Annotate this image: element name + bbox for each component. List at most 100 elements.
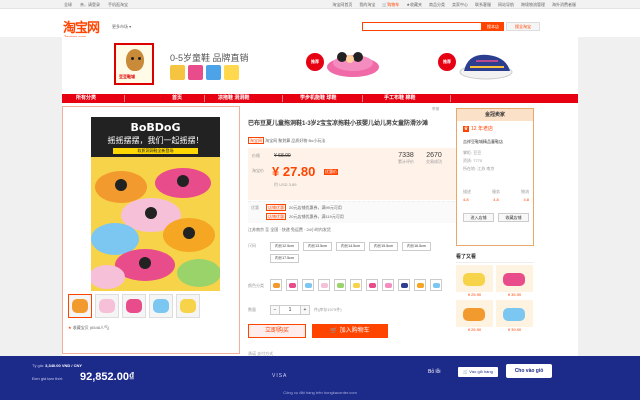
size-option[interactable]: 内长15.5cm [369, 242, 398, 251]
current-price: ¥ 27.80 [272, 164, 316, 179]
nav-divider [204, 95, 205, 102]
nav-all-categories[interactable]: 所有分类 [76, 94, 96, 103]
topnav-home[interactable]: 淘宝网首页 [332, 2, 352, 8]
coupon-row[interactable]: 店铺优惠 20元店铺优惠券，满99元可用 [266, 204, 342, 211]
region-selector[interactable]: 全球 [64, 2, 72, 8]
fav-label: 收藏夹 [410, 2, 422, 7]
topnav-favorites[interactable]: ★收藏夹 [406, 2, 422, 8]
quantity-label: 数量 [248, 307, 256, 312]
top-bar: 全球 亲，请登录 手机逛淘宝 淘宝网首页 我的淘宝 🛒购物车 ★收藏夹 商品分类… [0, 0, 640, 9]
add-to-basket-button[interactable]: 🛒 Vào giỏ hàng [458, 367, 498, 377]
topnav-cart[interactable]: 🛒购物车 [382, 2, 399, 8]
score-labels: 描述 服务 物流 [463, 189, 529, 195]
thumbnail[interactable] [122, 294, 146, 318]
score-label: 物流 [521, 189, 529, 194]
buy-now-button[interactable]: 立即购买 [248, 324, 306, 338]
topnav-site-nav[interactable]: 网站导航 [498, 2, 514, 8]
search-shop-button[interactable]: 搜本店 [482, 22, 504, 31]
order-button[interactable]: Cho vào giỏ [506, 364, 552, 378]
related-item[interactable]: ¥ 39.90 [496, 300, 533, 333]
color-swatch[interactable] [334, 279, 346, 291]
color-swatch[interactable] [382, 279, 394, 291]
report-link[interactable]: 举报 [432, 107, 439, 112]
exchange-rate-label: Tỷ giá: [32, 363, 45, 368]
related-item[interactable]: ¥ 35.90 [496, 265, 533, 298]
topnav-seller[interactable]: 卖家中心 [452, 2, 468, 8]
product-main-image[interactable]: BoBDoG 摇摇摆摆，我们一起摇摆！ 软质洞洞鞋全新登场 [91, 117, 220, 291]
mascot-icon [126, 49, 144, 71]
color-swatch[interactable] [318, 279, 330, 291]
nav-divider [282, 95, 283, 102]
enter-shop-button[interactable]: 进入店铺 [463, 213, 494, 222]
seller-info-line: 资质: 7770 [463, 158, 483, 163]
discount-tag: 优惠价 [324, 169, 338, 175]
mobile-link[interactable]: 手机逛淘宝 [108, 2, 128, 8]
size-option[interactable]: 内长13.5cm [303, 242, 332, 251]
nav-divider [124, 95, 125, 102]
exchange-rate: Tỷ giá: 3,340.00 VND / CNY [32, 363, 82, 368]
order-tool-bar: Tỷ giá: 3,340.00 VND / CNY Đơn giá tạm t… [0, 356, 640, 400]
favorite-link[interactable]: ★ 收藏宝贝 (6546人气) [68, 325, 109, 331]
shipping-info[interactable]: 江苏南京 至 全国 · 快递 免运费 · 24小时内发货 [248, 227, 331, 233]
coupon-row[interactable]: 店铺优惠 20元店铺优惠券，满119元可用 [266, 213, 344, 220]
related-item[interactable]: ¥ 26.90 [456, 300, 493, 333]
color-label: 颜色分类 [248, 283, 264, 288]
favorite-shop-button[interactable]: 收藏店铺 [498, 213, 529, 222]
brand-logo-icon [224, 65, 239, 80]
shop-tag: 豆豆鞋城 [119, 74, 135, 79]
topnav-overseas[interactable]: 海外消费者服 [552, 2, 576, 8]
add-basket-label: Vào giỏ hàng [469, 369, 493, 374]
thumbnail[interactable] [68, 294, 92, 318]
score-value: 4.8 [463, 197, 469, 202]
size-option[interactable]: 内长12.5cm [270, 242, 299, 251]
pink-clog-image[interactable] [324, 45, 382, 79]
review-count[interactable]: 7338 累计评价 [398, 152, 414, 165]
color-swatch[interactable] [270, 279, 282, 291]
topnav-service[interactable]: 联系客服 [475, 2, 491, 8]
brand-logo-icon [206, 65, 221, 80]
thumbnail[interactable] [95, 294, 119, 318]
nav-sandals[interactable]: 凉拖鞋 洞洞鞋 [218, 94, 249, 103]
seller-actions: 进入店铺 收藏店铺 [463, 213, 529, 222]
nav-walkers[interactable]: 学步机能鞋 球鞋 [300, 94, 336, 103]
promo-label: 优惠 [251, 205, 259, 210]
thumbnail-shoe [126, 299, 142, 313]
nav-home[interactable]: 首页 [172, 94, 182, 103]
color-swatch[interactable] [414, 279, 426, 291]
coupon-text: 20元店铺优惠券，满119元可用 [289, 214, 344, 219]
nav-cloth-shoes[interactable]: 手工布鞋 棉鞋 [384, 94, 415, 103]
coupon-tag: 店铺优惠 [266, 204, 286, 211]
add-to-cart-button[interactable]: 🛒 加入购物车 [312, 324, 388, 338]
image-banner-text: 软质洞洞鞋全新登场 [113, 148, 198, 154]
color-swatch[interactable] [398, 279, 410, 291]
size-option[interactable]: 内长16.5cm [402, 242, 431, 251]
size-option[interactable]: 内长14.5cm [336, 242, 365, 251]
thumbnail-shoe [99, 299, 115, 313]
shop-name[interactable]: 吉祥豆鞋城精品童鞋店 [463, 139, 503, 145]
topnav-my-taobao[interactable]: 我的淘宝 [359, 2, 375, 8]
market-selector[interactable]: 更多市场 ▾ [112, 24, 131, 30]
search-input[interactable] [362, 22, 482, 31]
related-item[interactable]: ¥ 25.90 [456, 265, 493, 298]
color-swatch[interactable] [366, 279, 378, 291]
thumbnail[interactable] [176, 294, 200, 318]
color-swatch[interactable] [286, 279, 298, 291]
search-all-button[interactable]: 搜全淘宝 [506, 22, 540, 31]
mascot-eye [131, 57, 134, 60]
coupon-tag: 店铺优惠 [266, 213, 286, 220]
thumbnail[interactable] [149, 294, 173, 318]
login-link[interactable]: 亲，请登录 [80, 2, 100, 8]
decrease-button[interactable]: − [270, 305, 280, 315]
color-swatch[interactable] [350, 279, 362, 291]
shop-logo[interactable]: 豆豆鞋城 [114, 43, 154, 85]
skip-button[interactable]: Bỏ lỗi [428, 369, 441, 375]
blue-sandal-image[interactable] [456, 47, 516, 81]
topnav-category[interactable]: 商品分类 [429, 2, 445, 8]
color-swatch[interactable] [302, 279, 314, 291]
size-option[interactable]: 内长17.5cm [270, 254, 299, 263]
increase-button[interactable]: + [300, 305, 310, 315]
topnav-logistics[interactable]: 跨境物流管理 [521, 2, 545, 8]
market-label: 更多市场 [112, 24, 128, 29]
quantity-input[interactable]: 1 [280, 305, 300, 315]
color-swatch[interactable] [430, 279, 442, 291]
